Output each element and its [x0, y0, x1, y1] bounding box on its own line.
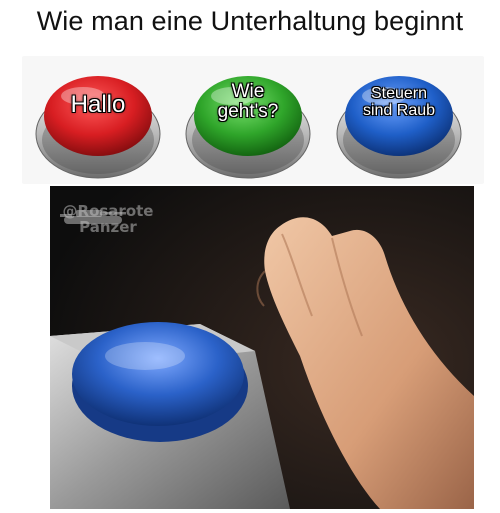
- meme-page: Wie man eine Unterhaltung beginnt Hallo …: [0, 0, 500, 513]
- tank-icon: [60, 210, 126, 224]
- red-button-graphic: [35, 76, 161, 179]
- meme-title: Wie man eine Unterhaltung beginnt: [36, 6, 464, 36]
- blue-button-label-line1: Steuern: [370, 85, 428, 102]
- green-button-label-line2: geht's?: [217, 100, 279, 122]
- blue-button[interactable]: Steuern sind Raub: [334, 70, 464, 182]
- watermark: @Rosarote Panzer: [58, 203, 158, 236]
- green-button[interactable]: Wie geht's?: [183, 70, 313, 182]
- blue-button-label: Steuern sind Raub: [334, 85, 464, 120]
- red-button[interactable]: Hallo: [33, 70, 163, 182]
- red-button-label: Hallo: [33, 92, 163, 117]
- blue-button-label-line2: sind Raub: [362, 101, 436, 119]
- green-button-label: Wie geht's?: [183, 82, 313, 122]
- red-button-label-line1: Hallo: [70, 91, 126, 118]
- button-slap-photo: @Rosarote Panzer: [50, 186, 474, 509]
- green-button-label-line1: Wie: [231, 81, 265, 102]
